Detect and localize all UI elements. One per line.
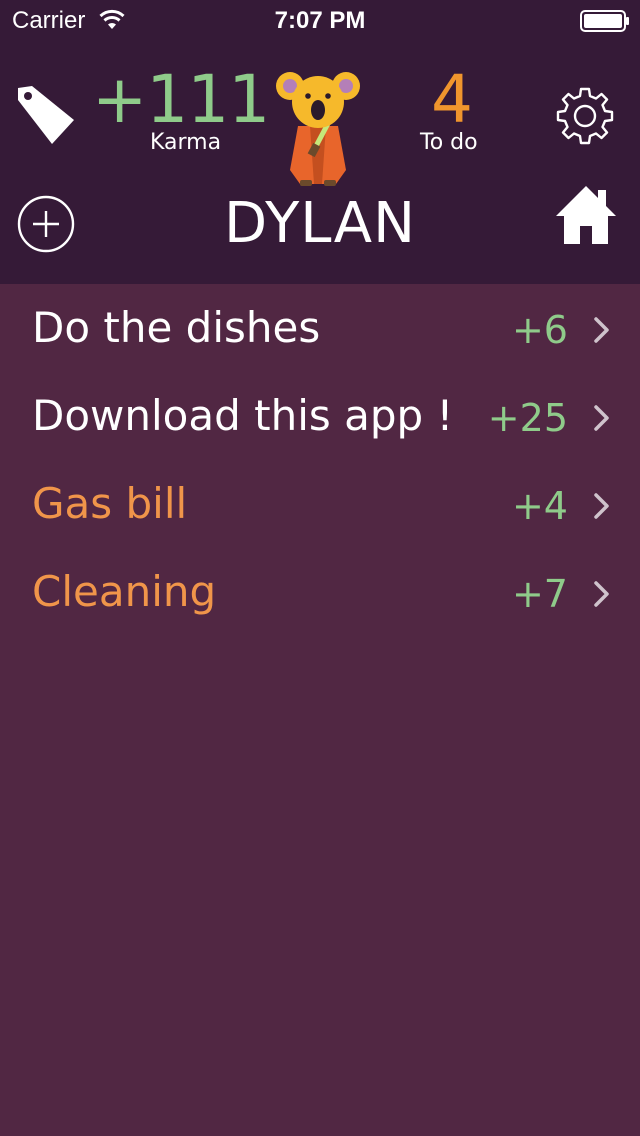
task-row[interactable]: Do the dishes +6 xyxy=(0,284,640,372)
task-points: +25 xyxy=(487,396,568,440)
task-title: Gas bill xyxy=(32,479,188,528)
task-row[interactable]: Cleaning +7 xyxy=(0,548,640,636)
karma-label: Karma xyxy=(150,130,222,155)
task-title: Download this app ! xyxy=(32,391,454,440)
battery-icon xyxy=(580,10,629,32)
todo-count: 4 xyxy=(431,61,473,138)
status-time: 7:07 PM xyxy=(274,7,366,34)
todo-label: To do xyxy=(420,130,478,155)
home-icon[interactable] xyxy=(554,184,618,246)
task-row[interactable]: Download this app ! +25 xyxy=(0,372,640,460)
task-list: Do the dishes +6 Download this app ! +25… xyxy=(0,284,640,636)
task-row[interactable]: Gas bill +4 xyxy=(0,460,640,548)
task-points: +4 xyxy=(511,484,568,528)
header: Carrier 7:07 PM +111 Karma 4 To do DYLAN xyxy=(0,0,640,284)
chevron-right-icon xyxy=(594,317,609,343)
chevron-right-icon xyxy=(594,493,609,519)
tag-icon[interactable] xyxy=(14,82,78,146)
karma-value: +111 xyxy=(92,61,270,138)
app-screen: Carrier 7:07 PM +111 Karma 4 To do DYLAN… xyxy=(0,0,640,1136)
status-bar: Carrier 7:07 PM xyxy=(0,0,640,40)
task-points: +6 xyxy=(511,308,568,352)
koala-mascot xyxy=(276,72,360,186)
gear-icon[interactable] xyxy=(554,86,616,148)
task-title: Cleaning xyxy=(32,567,217,616)
task-points: +7 xyxy=(511,572,568,616)
user-name: DYLAN xyxy=(224,191,416,256)
task-title: Do the dishes xyxy=(32,303,321,352)
chevron-right-icon xyxy=(594,405,609,431)
chevron-right-icon xyxy=(594,581,609,607)
